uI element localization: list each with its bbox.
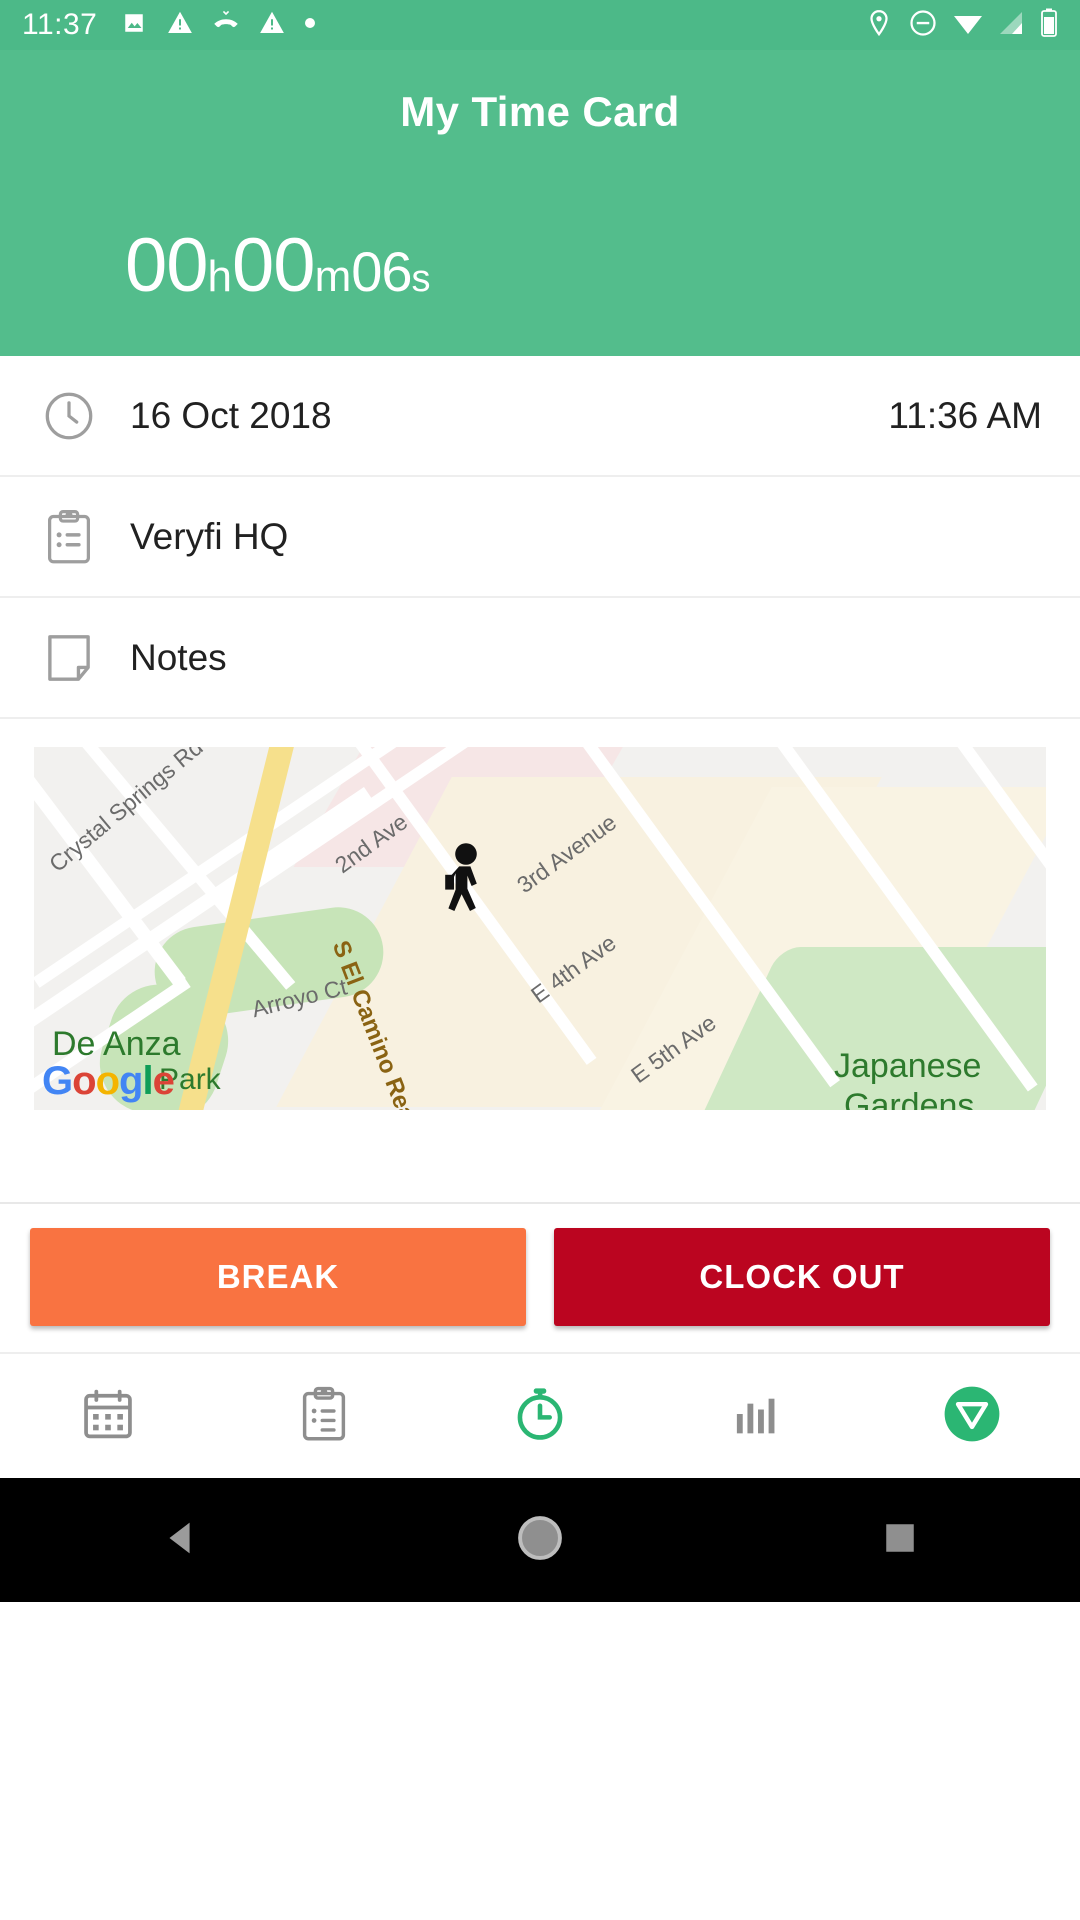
- nav-account[interactable]: [864, 1354, 1080, 1478]
- status-bar-system-icons: [864, 8, 1058, 43]
- notes-label: Notes: [130, 636, 227, 678]
- android-recents[interactable]: [800, 1516, 1000, 1565]
- timecard-detail-list: 16 Oct 2018 11:36 AM Veryfi HQ Notes: [0, 356, 1080, 719]
- bar-chart-icon: [729, 1387, 783, 1446]
- recents-square-icon: [878, 1516, 922, 1565]
- nav-timer[interactable]: [432, 1354, 648, 1478]
- warning-icon: [257, 8, 287, 43]
- back-triangle-icon: [157, 1515, 203, 1566]
- nav-reports[interactable]: [648, 1354, 864, 1478]
- status-bar: 11:37: [0, 0, 1080, 50]
- google-letter-e: e: [152, 1059, 175, 1103]
- break-button[interactable]: BREAK: [30, 1228, 526, 1326]
- google-letter-o1: o: [72, 1059, 96, 1103]
- location-map[interactable]: Crystal Springs Rd 2nd Ave 3rd Avenue Ar…: [34, 747, 1046, 1110]
- map-container[interactable]: Crystal Springs Rd 2nd Ave 3rd Avenue Ar…: [0, 719, 1080, 1110]
- bottom-navigation: [0, 1352, 1080, 1478]
- row-datetime[interactable]: 16 Oct 2018 11:36 AM: [0, 356, 1080, 477]
- clipboard-icon: [299, 1386, 349, 1447]
- timer-band: 00 h 00 m 06 s: [0, 174, 1080, 356]
- timer-hours-unit: h: [207, 251, 233, 301]
- app-bar: My Time Card: [0, 50, 1080, 174]
- clock-out-button[interactable]: CLOCK OUT: [554, 1228, 1050, 1326]
- project-label: Veryfi HQ: [130, 515, 289, 557]
- google-letter-o2: o: [95, 1059, 120, 1103]
- clock-icon: [36, 383, 102, 449]
- timer-seconds: 06: [351, 239, 412, 303]
- dot-icon: [303, 16, 317, 35]
- time-value: 11:36 AM: [888, 394, 1042, 436]
- battery-icon: [1040, 8, 1058, 43]
- nav-projects[interactable]: [216, 1354, 432, 1478]
- cellular-signal-icon: [998, 10, 1026, 41]
- pedestrian-icon: [434, 842, 496, 931]
- nav-calendar[interactable]: [0, 1354, 216, 1478]
- google-attribution: Google: [42, 1059, 175, 1104]
- stopwatch-icon: [511, 1385, 569, 1448]
- timer-seconds-unit: s: [411, 257, 431, 300]
- status-bar-notification-icons: [119, 8, 317, 43]
- missed-call-icon: [211, 8, 241, 43]
- google-letter-g2: g: [119, 1059, 143, 1103]
- map-label-japanese: Japanese: [834, 1047, 982, 1085]
- location-icon: [864, 8, 894, 43]
- android-back[interactable]: [80, 1515, 280, 1566]
- timer-hours: 00: [125, 222, 209, 308]
- image-icon: [119, 8, 149, 43]
- clipboard-icon: [36, 504, 102, 570]
- note-icon: [36, 625, 102, 691]
- google-letter-l: l: [142, 1059, 153, 1103]
- app-screen: 11:37 My Time Card 00 h 00 m 06 s 16 Oct…: [0, 0, 1080, 1920]
- status-bar-clock: 11:37: [22, 8, 98, 41]
- row-notes[interactable]: Notes: [0, 598, 1080, 719]
- veryfi-logo-icon: [941, 1383, 1003, 1450]
- android-navigation-bar: [0, 1478, 1080, 1602]
- warning-icon: [165, 8, 195, 43]
- calendar-icon: [80, 1386, 136, 1447]
- timer-minutes-unit: m: [314, 251, 352, 301]
- elapsed-timer: 00 h 00 m 06 s: [125, 222, 431, 309]
- android-home[interactable]: [440, 1512, 640, 1569]
- google-letter-g: G: [42, 1059, 73, 1103]
- timer-minutes: 00: [232, 222, 316, 308]
- page-title: My Time Card: [400, 88, 680, 135]
- do-not-disturb-icon: [908, 8, 938, 43]
- date-label: 16 Oct 2018: [130, 394, 332, 436]
- home-circle-icon: [514, 1512, 566, 1569]
- wifi-icon: [952, 10, 984, 41]
- row-project[interactable]: Veryfi HQ: [0, 477, 1080, 598]
- action-bar: BREAK CLOCK OUT: [0, 1204, 1080, 1352]
- map-label-gardens: Gardens: [844, 1087, 975, 1110]
